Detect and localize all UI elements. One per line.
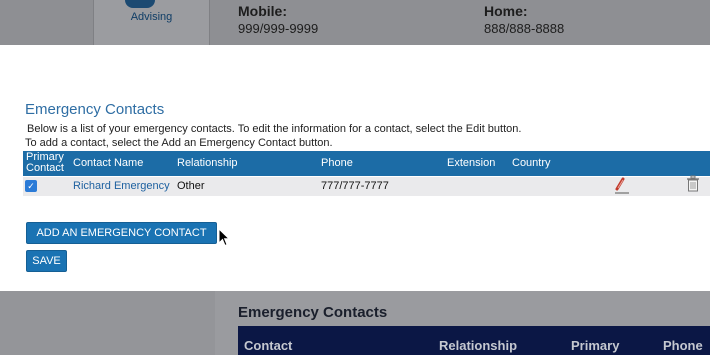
mouse-cursor-icon	[218, 228, 230, 247]
trash-icon[interactable]	[686, 175, 700, 192]
contact-phone: 777/777-7777	[321, 180, 389, 192]
header-primary-contact: Primary Contact	[24, 152, 66, 174]
background-header-contact: Contact	[244, 338, 293, 353]
edit-pencil-icon[interactable]	[614, 177, 630, 194]
background-sidebar	[0, 291, 215, 355]
background-header-primary: Primary	[571, 338, 620, 353]
advising-icon	[125, 0, 155, 8]
primary-checkbox[interactable]: ✓	[25, 180, 37, 192]
header-phone: Phone	[321, 157, 353, 169]
add-emergency-contact-button[interactable]: ADD AN EMERGENCY CONTACT	[26, 222, 217, 244]
contact-relationship: Other	[177, 180, 205, 192]
instructions-line-2: To add a contact, select the Add an Emer…	[25, 137, 333, 149]
mobile-label: Mobile:	[238, 3, 287, 19]
header-contact-name: Contact Name	[73, 157, 144, 169]
modal-title: Emergency Contacts	[25, 101, 165, 118]
header-primary-line2: Contact	[26, 162, 64, 174]
background-header-relationship: Relationship	[439, 338, 518, 353]
advising-label: Advising	[130, 11, 173, 23]
header-relationship: Relationship	[177, 157, 238, 169]
home-label: Home:	[484, 3, 528, 19]
background-header-phone: Phone	[663, 338, 703, 353]
home-value: 888/888-8888	[484, 21, 565, 36]
contact-name-link[interactable]: Richard Emergency	[73, 180, 170, 192]
instructions-line-1: Below is a list of your emergency contac…	[27, 123, 522, 135]
mobile-value: 999/999-9999	[238, 21, 319, 36]
header-country: Country	[512, 157, 551, 169]
background-section-title: Emergency Contacts	[238, 304, 388, 321]
header-extension: Extension	[447, 157, 496, 169]
save-button[interactable]: SAVE	[26, 250, 67, 272]
